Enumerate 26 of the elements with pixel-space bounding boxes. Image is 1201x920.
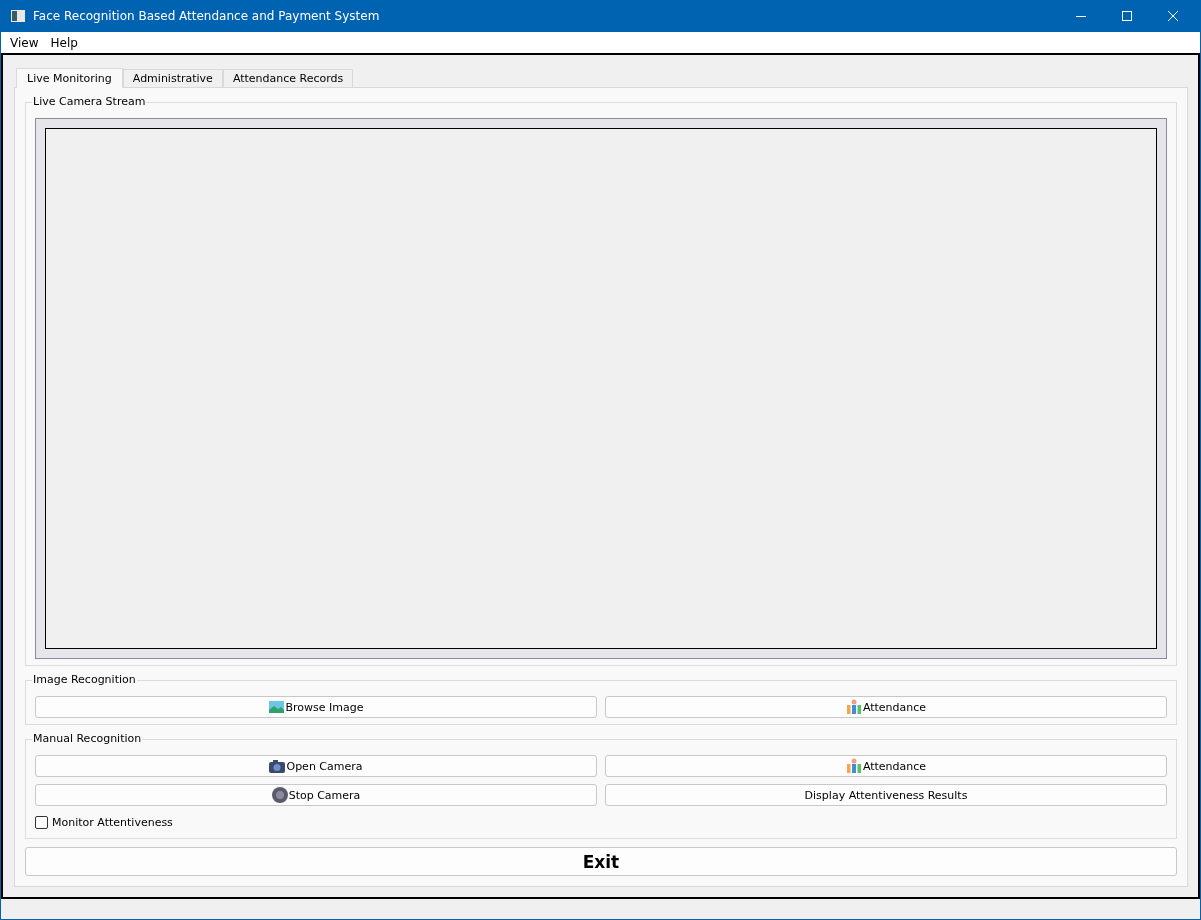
group-title: Live Camera Stream <box>32 95 147 108</box>
tab[interactable]: Administrative <box>122 69 223 87</box>
group-title: Image Recognition <box>32 673 137 686</box>
aperture-icon <box>271 787 288 803</box>
people-icon <box>845 699 862 715</box>
close-icon <box>1168 11 1178 21</box>
app-icon <box>11 10 25 22</box>
tab[interactable]: Attendance Records <box>222 69 354 87</box>
action-button[interactable]: Stop Camera <box>35 784 597 806</box>
window-title: Face Recognition Based Attendance and Payment System <box>33 9 381 23</box>
action-button[interactable]: Attendance <box>605 755 1167 777</box>
menu-item[interactable]: Help <box>44 35 84 50</box>
group-title: Manual Recognition <box>32 732 143 745</box>
action-button[interactable]: Open Camera <box>35 755 597 777</box>
action-button[interactable]: Display Attentiveness Results <box>605 784 1167 806</box>
picture-icon <box>268 700 285 714</box>
tab[interactable]: Live Monitoring <box>16 68 123 88</box>
exit-button[interactable]: Exit <box>25 847 1177 876</box>
camera-icon <box>269 759 286 773</box>
maximize-icon <box>1122 11 1132 21</box>
checkbox-label: Monitor Attentiveness <box>52 815 173 829</box>
action-button[interactable]: Attendance <box>605 696 1167 718</box>
people-icon <box>845 758 862 774</box>
checkbox[interactable] <box>35 815 48 829</box>
action-button[interactable]: Browse Image <box>35 696 597 718</box>
menu-item[interactable]: View <box>4 35 45 50</box>
